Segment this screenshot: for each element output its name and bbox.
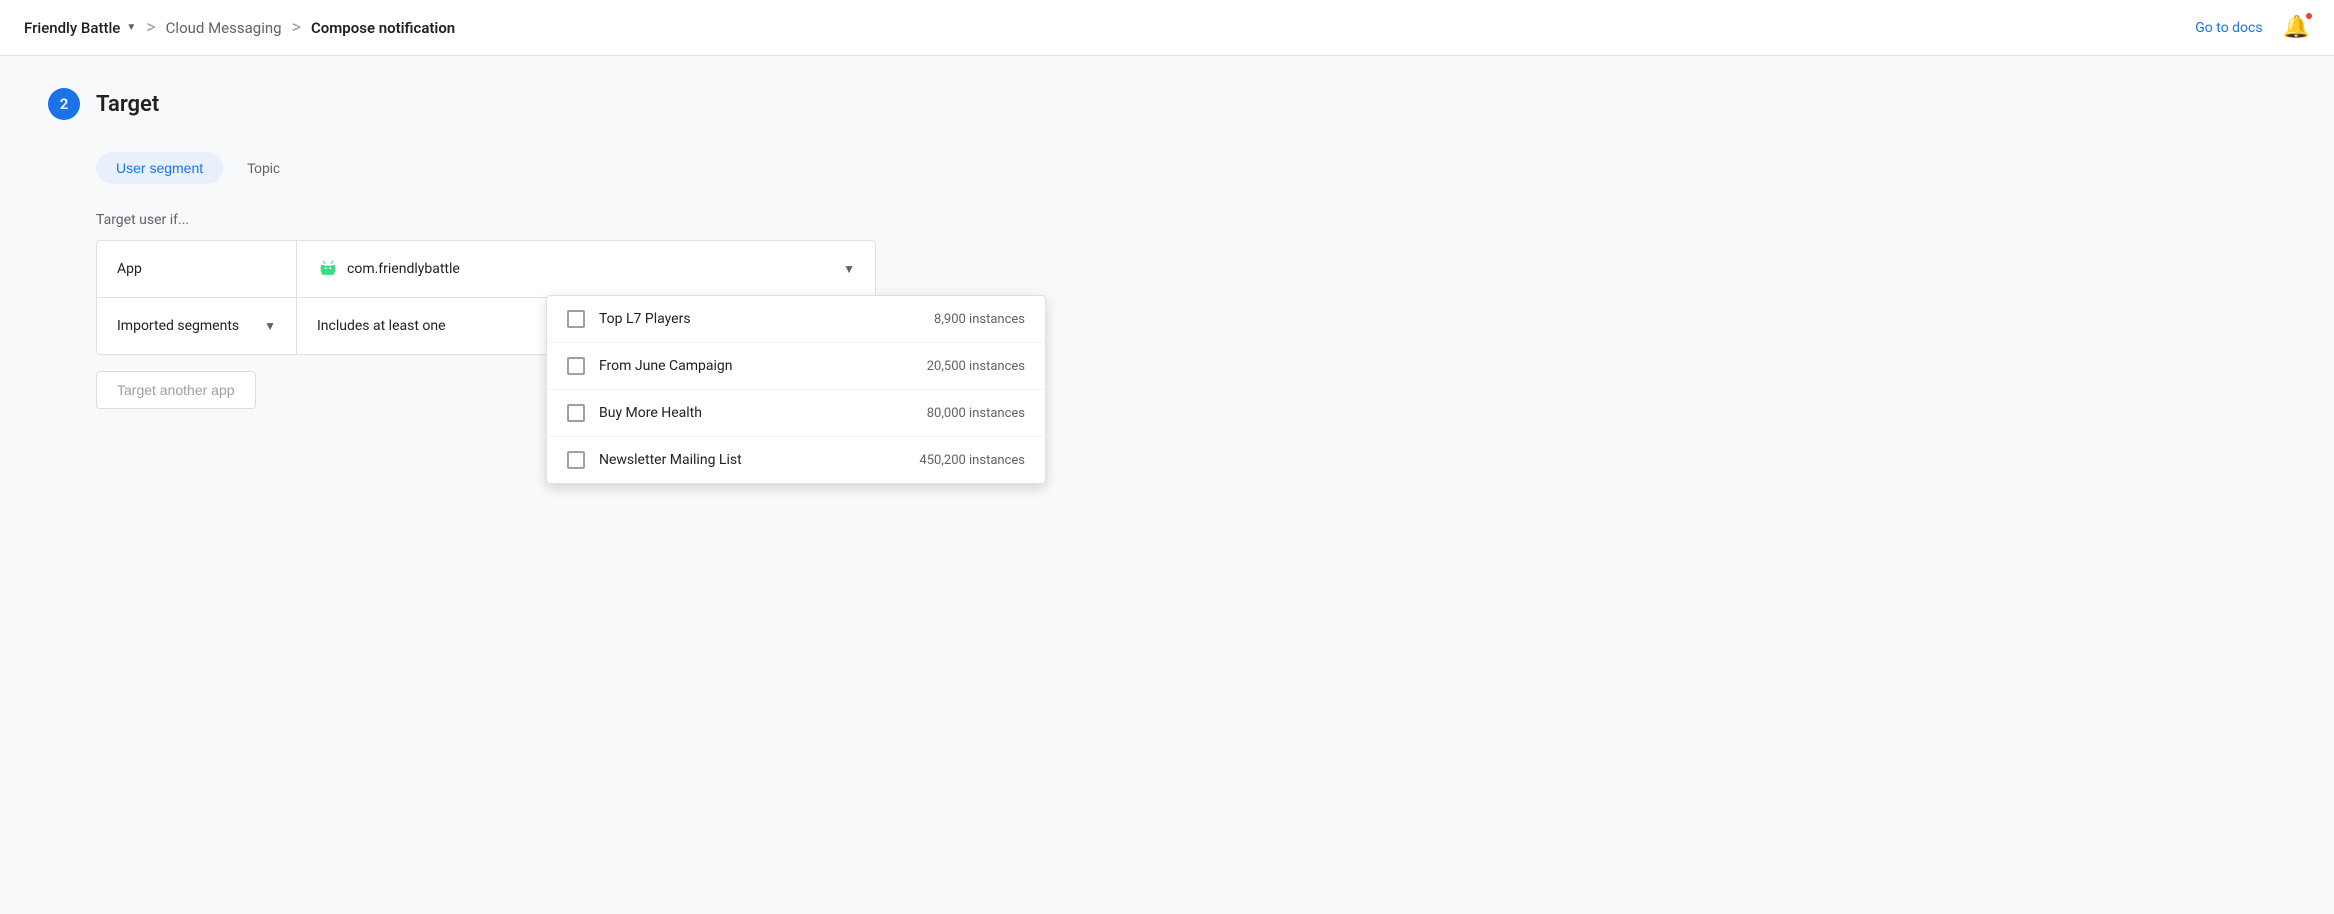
- table-row-app: App com.friendlybattle: [97, 241, 875, 298]
- item-count-june: 20,500 instances: [927, 359, 1025, 374]
- app-value-text: com.friendlybattle: [347, 261, 460, 277]
- step-title: Target: [96, 92, 159, 117]
- dropdown-item-3[interactable]: Newsletter Mailing List 450,200 instance…: [547, 437, 1045, 483]
- segment-dropdown-panel: Top L7 Players 8,900 instances From June…: [546, 295, 1046, 484]
- item-count-newsletter: 450,200 instances: [919, 453, 1025, 468]
- item-name-top-l7: Top L7 Players: [599, 311, 920, 327]
- cell-app-inner: com.friendlybattle: [317, 258, 460, 280]
- target-user-label: Target user if...: [96, 212, 1152, 228]
- nav-left: Friendly Battle ▼ > Cloud Messaging > Co…: [24, 17, 455, 38]
- imported-segments-label: Imported segments: [117, 318, 239, 334]
- tab-user-segment[interactable]: User segment: [96, 152, 223, 184]
- item-count-top-l7: 8,900 instances: [934, 312, 1025, 327]
- dropdown-item-2[interactable]: Buy More Health 80,000 instances: [547, 390, 1045, 437]
- checkbox-buy-more-health[interactable]: [567, 404, 585, 422]
- nav-right: Go to docs 🔔: [2195, 15, 2310, 40]
- dropdown-item-0[interactable]: Top L7 Players 8,900 instances: [547, 296, 1045, 343]
- app-dropdown-arrow-icon: ▼: [843, 262, 855, 276]
- tab-topic[interactable]: Topic: [227, 152, 300, 184]
- cell-label-imported-segments[interactable]: Imported segments ▼: [97, 298, 297, 354]
- nav-page-title: Compose notification: [311, 19, 455, 37]
- item-name-newsletter: Newsletter Mailing List: [599, 452, 905, 468]
- step-header: 2 Target: [48, 88, 1152, 120]
- top-nav: Friendly Battle ▼ > Cloud Messaging > Co…: [0, 0, 2334, 56]
- app-name[interactable]: Friendly Battle ▼: [24, 19, 136, 37]
- go-to-docs-link[interactable]: Go to docs: [2195, 20, 2262, 36]
- cell-label-app: App: [97, 241, 297, 297]
- notification-badge: [2304, 11, 2314, 21]
- app-name-label: Friendly Battle: [24, 19, 120, 37]
- item-name-buy-health: Buy More Health: [599, 405, 913, 421]
- item-count-buy-health: 80,000 instances: [927, 406, 1025, 421]
- android-icon: [317, 258, 339, 280]
- step-number: 2: [48, 88, 80, 120]
- segment-table-wrapper: App com.friendlybattle: [48, 240, 1152, 355]
- dropdown-item-1[interactable]: From June Campaign 20,500 instances: [547, 343, 1045, 390]
- checkbox-from-june-campaign[interactable]: [567, 357, 585, 375]
- item-name-june: From June Campaign: [599, 358, 913, 374]
- tabs-container: User segment Topic: [96, 152, 1152, 184]
- notification-bell[interactable]: 🔔: [2283, 15, 2310, 40]
- nav-separator-1: >: [146, 17, 155, 38]
- checkbox-top-l7-players[interactable]: [567, 310, 585, 328]
- imported-segments-arrow-icon: ▼: [264, 319, 276, 333]
- nav-cloud-messaging[interactable]: Cloud Messaging: [166, 19, 282, 37]
- nav-separator-2: >: [292, 17, 301, 38]
- cell-value-app[interactable]: com.friendlybattle ▼: [297, 244, 875, 294]
- main-content: 2 Target User segment Topic Target user …: [0, 56, 1200, 441]
- includes-text: Includes at least one: [317, 318, 446, 334]
- app-name-chevron-icon: ▼: [126, 22, 136, 33]
- target-another-app-button[interactable]: Target another app: [96, 371, 256, 409]
- checkbox-newsletter[interactable]: [567, 451, 585, 469]
